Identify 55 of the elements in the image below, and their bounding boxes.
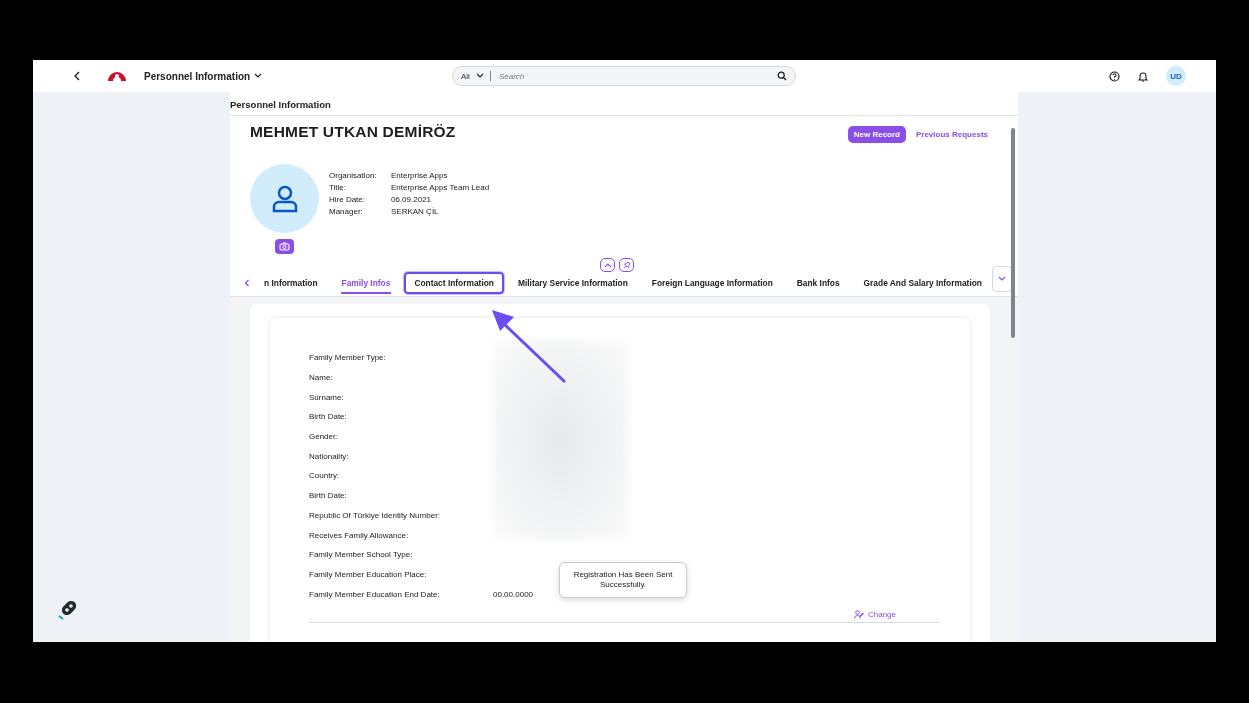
tab[interactable]: Grade And Salary Information — [853, 272, 992, 294]
edit-person-icon — [853, 609, 864, 619]
tab[interactable]: n Information — [254, 272, 328, 294]
form-label: Country: — [309, 471, 341, 481]
form-label: Republic Of Türkiye Identity Number: — [309, 510, 441, 520]
tab[interactable]: Bank Infos — [786, 272, 850, 294]
app-title-menu[interactable]: Personnel Information — [144, 70, 263, 82]
new-record-button[interactable]: New Record — [847, 126, 906, 143]
caret-icon — [254, 73, 263, 79]
chevron-up-icon — [603, 262, 612, 268]
caret-icon — [475, 73, 484, 79]
search-bar[interactable]: All Search — [452, 66, 796, 86]
toast-message: Registration Has Been Sent Successfully. — [559, 562, 687, 598]
change-button[interactable]: Change — [853, 609, 896, 619]
tab[interactable]: Contact Information — [404, 272, 504, 294]
form-label: Surname: — [309, 392, 345, 402]
form-label: Birth Date: — [309, 491, 348, 501]
field-label: Organisation: — [329, 170, 378, 182]
tab[interactable]: Foreign Language Information — [641, 272, 783, 294]
form-label: Family Member School Type: — [309, 550, 414, 560]
pin-button[interactable] — [619, 258, 634, 272]
form-label: Receives Family Allowance: — [309, 530, 410, 540]
university-logo — [106, 69, 128, 83]
field-label: Title: — [329, 182, 348, 194]
field-value: 06.09.2021 — [391, 194, 433, 206]
pin-icon — [622, 261, 631, 269]
field-value: SERKAN ÇİL — [391, 206, 440, 218]
camera-button[interactable] — [275, 239, 294, 254]
form-label: Nationality: — [309, 451, 350, 461]
previous-requests-link[interactable]: Previous Requests — [913, 126, 990, 143]
page-title: Personnel Information — [230, 92, 1018, 116]
search-field[interactable]: Search — [496, 70, 777, 82]
field-value: Enterprise Apps Team Lead — [391, 182, 490, 194]
form-label: Birth Date: — [309, 412, 348, 422]
field-label: Hire Date: — [329, 194, 366, 206]
form-label: Family Member Education End Date: — [309, 589, 441, 599]
scope-dropdown[interactable]: All — [461, 71, 491, 81]
help-icon[interactable] — [1109, 70, 1120, 82]
tab-overflow-button[interactable] — [992, 266, 1012, 292]
field-value: Enterprise Apps — [391, 170, 449, 182]
form-label: Gender: — [309, 432, 339, 442]
form-value: 00.00.0000 — [493, 589, 534, 599]
form-label: Family Member Education Place: — [309, 569, 428, 579]
form-label: Name: — [309, 373, 334, 383]
search-icon[interactable] — [777, 71, 787, 81]
tab[interactable]: Military Service Information — [507, 272, 638, 294]
collapse-header-button[interactable] — [600, 258, 615, 272]
employee-name: MEHMET UTKAN DEMİRÖZ — [250, 123, 456, 141]
user-avatar[interactable]: UD — [1166, 66, 1186, 86]
notification-bell-icon[interactable] — [1138, 70, 1148, 82]
chevron-down-icon — [998, 276, 1006, 282]
tab[interactable]: Family Infos — [331, 272, 401, 294]
field-label: Manager: — [329, 206, 364, 218]
scroll-left-icon[interactable] — [242, 278, 252, 288]
form-label: Family Member Type: — [309, 353, 387, 363]
